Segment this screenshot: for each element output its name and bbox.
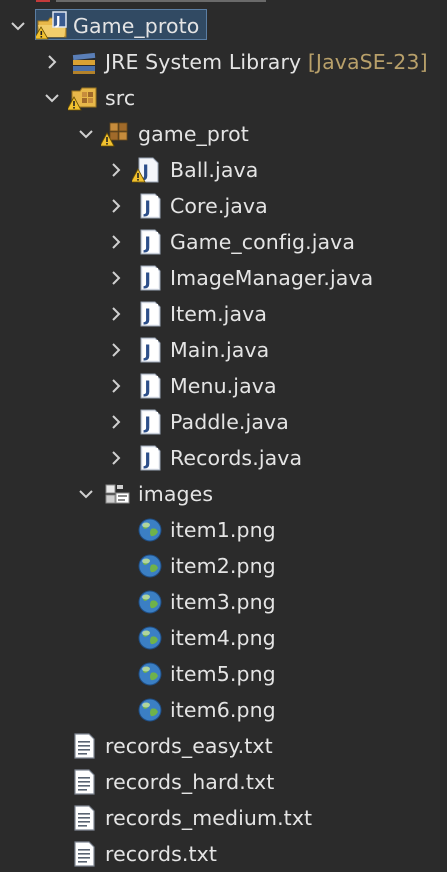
text-file-icon [70,767,100,797]
image-file-icon [136,659,166,689]
svg-text:J: J [144,342,151,362]
image-file-label: item1.png [170,518,276,542]
java-file-icon: J [136,407,166,437]
tree-item-package[interactable]: game_prot [0,116,447,152]
chevron-down-icon[interactable] [42,80,62,116]
java-file-icon: J [132,155,162,185]
image-file-icon [136,695,166,725]
image-file-icon [136,515,166,545]
tree-item-image-file[interactable]: item2.png [0,548,447,584]
chevron-down-icon[interactable] [76,116,96,152]
chevron-right-icon[interactable] [106,404,126,440]
text-file-label: records_easy.txt [105,734,273,758]
image-file-label: item3.png [170,590,276,614]
java-file-icon: J [136,335,166,365]
chevron-down-icon[interactable] [76,476,96,512]
jre-version-decoration: [JavaSE-23] [307,50,428,74]
image-file-label: item2.png [170,554,276,578]
java-file-label: Game_config.java [170,230,356,254]
chevron-right-icon[interactable] [106,440,126,476]
svg-text:J: J [144,270,151,290]
tree-item-java-file[interactable]: J Ball.java [0,152,447,188]
svg-text:J: J [144,306,151,326]
java-file-label: ImageManager.java [170,266,374,290]
package-explorer-tree: J Game_proto JRE System Library [JavaSE-… [0,8,447,872]
chevron-right-icon[interactable] [106,332,126,368]
java-file-label: Main.java [170,338,270,362]
tree-item-image-file[interactable]: item5.png [0,656,447,692]
package-icon [101,119,131,149]
tree-item-text-file[interactable]: records.txt [0,836,447,872]
chevron-down-icon[interactable] [8,8,28,44]
tree-item-java-file[interactable]: J ImageManager.java [0,260,447,296]
svg-text:J: J [55,14,60,28]
chevron-right-icon[interactable] [106,368,126,404]
tree-item-java-file[interactable]: J Core.java [0,188,447,224]
tree-item-src[interactable]: src [0,80,447,116]
chevron-right-icon[interactable] [42,44,62,80]
tree-item-java-file[interactable]: J Main.java [0,332,447,368]
source-folder-icon [68,83,98,113]
image-file-icon [136,587,166,617]
chevron-right-icon[interactable] [106,152,126,188]
tree-item-text-file[interactable]: records_medium.txt [0,800,447,836]
tree-item-java-file[interactable]: J Paddle.java [0,404,447,440]
svg-text:J: J [144,414,151,434]
text-file-label: records_hard.txt [105,770,275,794]
tree-item-jre-library[interactable]: JRE System Library [JavaSE-23] [0,44,447,80]
tree-item-images-folder[interactable]: images [0,476,447,512]
tree-item-project[interactable]: J Game_proto [0,8,447,44]
java-file-label: Ball.java [170,158,259,182]
java-file-icon: J [136,299,166,329]
tree-item-java-file[interactable]: J Item.java [0,296,447,332]
folder-icon [103,479,133,509]
image-file-icon [136,551,166,581]
tree-item-image-file[interactable]: item4.png [0,620,447,656]
image-file-label: item5.png [170,662,276,686]
java-file-label: Paddle.java [170,410,289,434]
text-file-label: records.txt [105,842,217,866]
text-file-icon [70,803,100,833]
java-file-icon: J [136,263,166,293]
images-folder-label: images [138,482,214,506]
java-file-label: Item.java [170,302,268,326]
text-file-icon [70,839,100,869]
project-label: Game_proto [73,14,200,38]
tree-item-image-file[interactable]: item6.png [0,692,447,728]
image-file-label: item6.png [170,698,276,722]
java-file-icon: J [136,443,166,473]
text-file-icon [70,731,100,761]
text-file-label: records_medium.txt [105,806,313,830]
chevron-right-icon[interactable] [106,188,126,224]
java-file-icon: J [136,191,166,221]
package-label: game_prot [138,122,249,146]
src-label: src [105,86,136,110]
tree-item-text-file[interactable]: records_easy.txt [0,728,447,764]
tree-item-text-file[interactable]: records_hard.txt [0,764,447,800]
chevron-right-icon[interactable] [106,260,126,296]
java-file-icon: J [136,371,166,401]
tree-item-java-file[interactable]: J Game_config.java [0,224,447,260]
tree-item-image-file[interactable]: item1.png [0,512,447,548]
tree-item-java-file[interactable]: J Menu.java [0,368,447,404]
tree-item-image-file[interactable]: item3.png [0,584,447,620]
java-project-icon: J [36,11,67,41]
svg-text:J: J [144,450,151,470]
chevron-right-icon[interactable] [106,224,126,260]
library-icon [70,47,100,77]
java-file-icon: J [136,227,166,257]
java-file-label: Menu.java [170,374,277,398]
java-file-label: Core.java [170,194,268,218]
tree-item-java-file[interactable]: J Records.java [0,440,447,476]
image-file-label: item4.png [170,626,276,650]
previous-row-fragment [36,0,266,3]
svg-text:J: J [144,378,151,398]
svg-text:J: J [144,234,151,254]
jre-label: JRE System Library [JavaSE-23] [105,50,428,74]
java-file-label: Records.java [170,446,303,470]
svg-text:J: J [144,198,151,218]
chevron-right-icon[interactable] [106,296,126,332]
image-file-icon [136,623,166,653]
